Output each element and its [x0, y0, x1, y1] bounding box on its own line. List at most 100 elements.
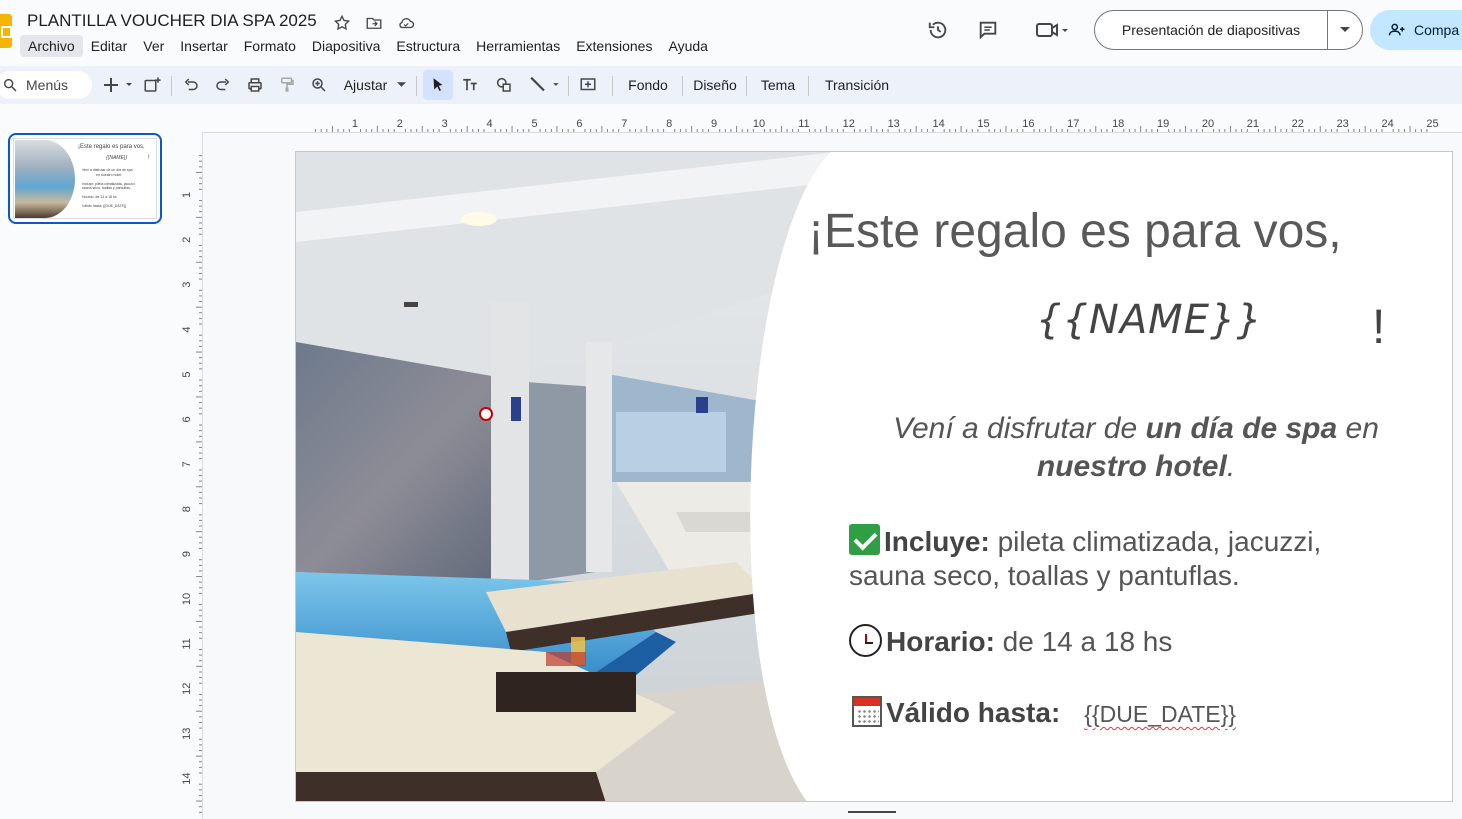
includes-item[interactable]: Incluye: pileta climatizada, jacuzzi, sa… — [849, 524, 1369, 593]
spa-pool-photo[interactable] — [296, 152, 836, 801]
menu-herramientas[interactable]: Herramientas — [468, 35, 568, 57]
due-date-placeholder: {{DUE_DATE}} — [1084, 701, 1236, 727]
slide[interactable]: ¡Este regalo es para vos, {{NAME}} ! Ven… — [295, 151, 1453, 802]
separator — [416, 76, 417, 96]
slides-logo-icon[interactable] — [0, 14, 12, 48]
add-comment-icon[interactable] — [576, 72, 600, 98]
ruler-label: 8 — [181, 506, 193, 512]
new-slide-layout-icon[interactable] — [140, 72, 164, 98]
search-icon — [3, 78, 17, 92]
ruler-label: 12 — [181, 683, 193, 695]
thumb-horario: Horario: de 14 a 18 hs — [82, 195, 117, 199]
ruler-label: 6 — [181, 416, 193, 422]
name-placeholder[interactable]: {{NAME}} — [1036, 297, 1263, 343]
menu-insertar[interactable]: Insertar — [172, 35, 235, 57]
speaker-notes-handle[interactable] — [848, 811, 896, 813]
ruler-label: 14 — [181, 772, 193, 784]
background-button[interactable]: Fondo — [620, 72, 676, 98]
slide-canvas[interactable]: ¡Este regalo es para vos, {{NAME}} ! Ven… — [202, 132, 1462, 819]
slide-filmstrip: ¡Este regalo es para vos, {{NAME}} ! Ven… — [0, 104, 176, 819]
layout-button[interactable]: Diseño — [688, 72, 742, 98]
plus-caret-icon — [104, 78, 132, 92]
chevron-down-icon — [397, 82, 407, 87]
print-icon[interactable] — [244, 72, 266, 98]
voucher-headline[interactable]: ¡Este regalo es para vos, — [808, 204, 1408, 259]
ruler-label: 19 — [1157, 118, 1169, 130]
zoom-label: Ajustar — [343, 77, 388, 93]
share-label: Compa — [1414, 22, 1460, 38]
redo-icon[interactable] — [212, 72, 234, 98]
invitation-text[interactable]: Vení a disfrutar de un día de spa en nue… — [836, 410, 1436, 486]
ruler-label: 17 — [1067, 118, 1079, 130]
document-title[interactable]: PLANTILLA VOUCHER DIA SPA 2025 — [27, 11, 317, 31]
menu-ayuda[interactable]: Ayuda — [660, 35, 715, 57]
ruler-label: 9 — [181, 551, 193, 557]
slideshow-button[interactable]: Presentación de diapositivas — [1095, 11, 1328, 49]
text-box-icon[interactable] — [458, 72, 482, 98]
ruler-label: 13 — [888, 118, 900, 130]
undo-icon[interactable] — [180, 72, 202, 98]
calendar-icon — [852, 696, 882, 727]
thumbnail-canvas: ¡Este regalo es para vos, {{NAME}} ! Ven… — [13, 138, 157, 219]
paint-format-icon[interactable] — [276, 72, 298, 98]
separator — [682, 76, 683, 96]
vertical-ruler[interactable]: 1 2 3 4 5 6 7 8 9 10 11 12 13 14 — [176, 132, 202, 819]
menu-estructura[interactable]: Estructura — [388, 35, 468, 57]
ruler-label: 10 — [753, 118, 765, 130]
ruler-label: 25 — [1426, 118, 1438, 130]
menu-editar[interactable]: Editar — [83, 35, 136, 57]
valid-until-label: Válido hasta: — [886, 697, 1061, 728]
ruler-label: 7 — [621, 118, 627, 130]
menu-diapositiva[interactable]: Diapositiva — [304, 35, 388, 57]
add-person-icon — [1388, 23, 1405, 36]
slide-thumbnail-1[interactable]: ¡Este regalo es para vos, {{NAME}} ! Ven… — [8, 133, 162, 224]
ruler-label: 22 — [1292, 118, 1304, 130]
slideshow-options-caret-icon[interactable] — [1328, 11, 1362, 49]
ruler-label: 16 — [1022, 118, 1034, 130]
transition-button[interactable]: Transición — [816, 72, 898, 98]
version-history-icon[interactable] — [920, 12, 956, 48]
slideshow-button-group: Presentación de diapositivas — [1094, 10, 1363, 50]
share-button[interactable]: Compa — [1370, 10, 1462, 50]
menu-archivo[interactable]: Archivo — [20, 35, 83, 57]
comments-icon[interactable] — [970, 12, 1006, 48]
shape-icon[interactable] — [492, 72, 516, 98]
horizontal-ruler[interactable]: 1 2 3 4 5 6 7 8 9 10 11 12 13 14 15 16 17 18 19 20 21 22 23 24 2… — [202, 112, 1462, 132]
menu-extensiones[interactable]: Extensiones — [568, 35, 660, 57]
invite-prefix: Vení a disfrutar de — [893, 412, 1146, 445]
ruler-label: 12 — [843, 118, 855, 130]
thumb-exclaim: ! — [148, 155, 150, 161]
zoom-select[interactable]: Ajustar — [338, 72, 412, 98]
ruler-label: 9 — [711, 118, 717, 130]
exclamation-mark[interactable]: ! — [1372, 300, 1385, 355]
cloud-saved-icon[interactable] — [396, 13, 416, 33]
schedule-item[interactable]: Horario: de 14 a 18 hs — [849, 624, 1172, 659]
move-folder-icon[interactable] — [364, 13, 384, 33]
ruler-label: 6 — [576, 118, 582, 130]
invite-bold: un día de spa — [1145, 412, 1338, 445]
new-slide-button[interactable] — [98, 72, 138, 98]
theme-button[interactable]: Tema — [754, 72, 802, 98]
invite-end: . — [1226, 450, 1236, 483]
star-icon[interactable] — [332, 13, 352, 33]
menu-formato[interactable]: Formato — [236, 35, 304, 57]
thumb-incluye-2: sauna seco, toallas y pantuflas. — [82, 186, 131, 190]
ruler-label: 8 — [666, 118, 672, 130]
line-tool-icon[interactable] — [524, 72, 564, 98]
ruler-label: 23 — [1337, 118, 1349, 130]
ruler-label: 2 — [397, 118, 403, 130]
valid-until-item[interactable]: Válido hasta: {{DUE_DATE}} — [852, 696, 1236, 731]
menu-search[interactable]: Menús — [0, 71, 92, 99]
zoom-icon[interactable] — [308, 72, 330, 98]
separator — [612, 76, 613, 96]
menu-ver[interactable]: Ver — [135, 35, 172, 57]
ruler-label: 18 — [1112, 118, 1124, 130]
ruler-ticks: 1 2 3 4 5 6 7 8 9 10 11 12 13 14 15 16 17 18 19 20 21 22 23 24 2… — [315, 118, 1439, 132]
meet-camera-icon[interactable] — [1028, 12, 1076, 48]
ruler-label: 11 — [181, 638, 193, 649]
invite-bold-2: nuestro hotel — [1036, 450, 1227, 483]
ruler-label: 24 — [1381, 118, 1393, 130]
select-tool-icon[interactable] — [423, 70, 453, 100]
ruler-label: 4 — [181, 327, 193, 333]
thumbnail-photo — [15, 140, 75, 218]
